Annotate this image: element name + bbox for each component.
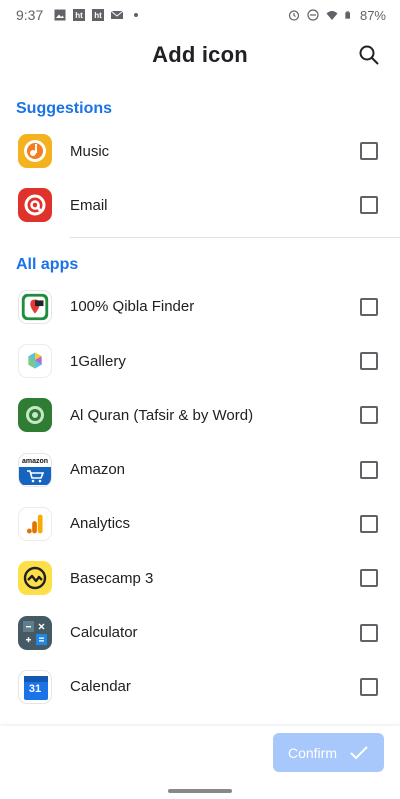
battery-icon <box>345 11 350 19</box>
app-row-email[interactable]: Email <box>0 178 400 232</box>
search-icon[interactable] <box>356 42 382 68</box>
app-row-analytics[interactable]: Analytics <box>0 497 400 551</box>
app-label: Music <box>70 142 110 160</box>
app-checkbox[interactable] <box>360 677 378 696</box>
app-checkbox[interactable] <box>360 514 378 533</box>
gallery-notification-icon <box>54 9 66 21</box>
gallery-app-icon <box>18 344 52 379</box>
amazon-app-icon: amazon <box>18 452 52 487</box>
app-row-music[interactable]: Music <box>0 124 400 178</box>
calendar-day-number: 31 <box>28 683 42 696</box>
calculator-app-icon <box>18 615 52 650</box>
app-label: 1Gallery <box>70 352 126 370</box>
app-label: Al Quran (Tafsir & by Word) <box>70 406 254 424</box>
section-divider <box>70 236 400 238</box>
checkmark-icon <box>350 745 368 759</box>
app-checkbox[interactable] <box>360 460 378 479</box>
app-row-calculator[interactable]: Calculator <box>0 605 400 659</box>
wifi-icon <box>326 11 338 20</box>
qibla-finder-app-icon <box>18 289 52 324</box>
app-checkbox[interactable] <box>360 142 378 161</box>
app-checkbox[interactable] <box>360 352 378 371</box>
status-bar: 9:37 ht ht 87% <box>0 0 400 30</box>
dnd-icon <box>307 9 319 21</box>
app-row-al-quran[interactable]: Al Quran (Tafsir & by Word) <box>0 388 400 442</box>
app-checkbox[interactable] <box>360 569 378 588</box>
page-title: Add icon <box>152 42 248 67</box>
footer-bar: Confirm <box>0 726 400 799</box>
status-time: 9:37 <box>16 7 44 23</box>
mail-notification-icon <box>111 10 124 19</box>
app-checkbox[interactable] <box>360 297 378 316</box>
app-checkbox[interactable] <box>360 623 378 642</box>
basecamp-app-icon <box>18 561 52 596</box>
music-app-icon <box>18 134 52 169</box>
app-checkbox[interactable] <box>360 406 378 425</box>
amazon-wordmark: amazon <box>21 457 49 465</box>
app-row-1gallery[interactable]: 1Gallery <box>0 334 400 388</box>
svg-text:ht: ht <box>75 11 83 20</box>
app-row-basecamp[interactable]: Basecamp 3 <box>0 551 400 605</box>
app-row-amazon[interactable]: amazon Amazon <box>0 442 400 496</box>
alarm-icon <box>288 10 300 21</box>
app-label: Email <box>70 196 108 214</box>
email-app-icon <box>18 188 52 223</box>
app-row-calendar[interactable]: 31 Calendar <box>0 660 400 714</box>
ht-notification-icon-2: ht <box>92 9 105 21</box>
gesture-nav-handle[interactable] <box>168 789 232 793</box>
app-label: Basecamp 3 <box>70 569 154 587</box>
app-label: Calculator <box>70 624 138 642</box>
section-all-apps-title: All apps <box>16 255 79 273</box>
app-checkbox[interactable] <box>360 196 378 215</box>
confirm-label: Confirm <box>287 744 337 761</box>
analytics-app-icon <box>18 506 52 541</box>
app-label: Analytics <box>70 515 131 533</box>
more-dot-icon <box>134 13 139 17</box>
quran-app-icon <box>18 398 52 433</box>
app-label: Amazon <box>70 461 126 479</box>
section-suggestions-title: Suggestions <box>16 100 113 117</box>
app-label: Calendar <box>70 678 131 696</box>
app-header: Add icon <box>0 30 400 80</box>
app-label: 100% Qibla Finder <box>70 298 195 316</box>
status-left: 9:37 ht ht <box>16 7 142 23</box>
status-right: 87% <box>288 8 386 23</box>
ht-notification-icon: ht <box>73 9 86 21</box>
app-row-qibla-finder[interactable]: 100% Qibla Finder <box>0 280 400 334</box>
svg-text:ht: ht <box>94 11 102 20</box>
calendar-app-icon: 31 <box>18 669 52 704</box>
confirm-button[interactable]: Confirm <box>273 733 384 772</box>
battery-percent: 87% <box>359 7 386 23</box>
